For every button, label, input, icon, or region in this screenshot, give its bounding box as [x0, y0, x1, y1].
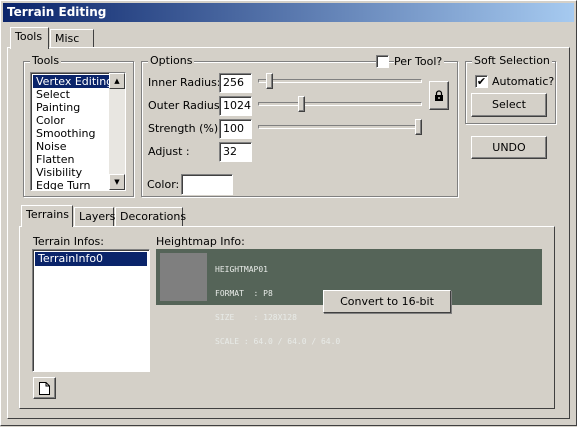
heightmap-thumbnail [160, 253, 207, 301]
heightmap-details: HEIGHTMAP01 FORMAT : P8 SIZE : 128X128 S… [215, 250, 340, 362]
context-menu: Convert to 16-bit [323, 290, 451, 313]
terrain-info-item[interactable]: TerrainInfo0 [35, 252, 147, 266]
terrain-infos-label: Terrain Infos: [33, 235, 104, 248]
heightmap-format: FORMAT : P8 [215, 289, 273, 298]
heightmap-scale: SCALE : 64.0 / 64.0 / 64.0 [215, 337, 341, 346]
new-terrain-info-button[interactable] [33, 377, 56, 399]
tab-content: Tools Vertex Editing Select Painting Color S… [1, 1, 577, 427]
terrain-editing-window: Terrain Editing Tools Misc Tools Vertex … [0, 0, 577, 426]
terrain-info-item-label: TerrainInfo0 [38, 252, 104, 265]
heightmap-size: SIZE : 128X128 [215, 313, 297, 322]
heightmap-name: HEIGHTMAP01 [215, 265, 268, 274]
convert-to-16bit-menu-item[interactable]: Convert to 16-bit [324, 291, 450, 312]
heightmap-info-label: Heightmap Info: [156, 235, 245, 248]
convert-to-16bit-label: Convert to 16-bit [340, 295, 434, 308]
terrain-infos-list[interactable]: TerrainInfo0 [32, 249, 150, 372]
terrains-content: Terrain Infos: TerrainInfo0 Heightmap In… [1, 1, 577, 427]
